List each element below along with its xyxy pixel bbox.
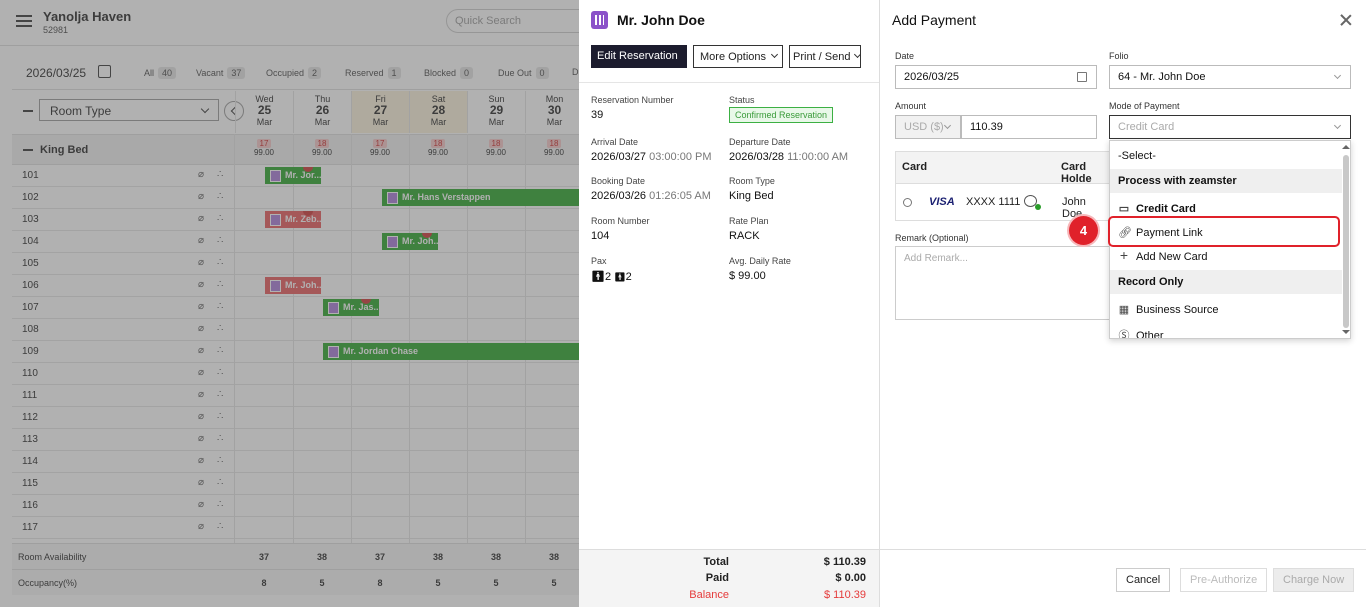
scroll-down-icon[interactable]	[1342, 330, 1350, 334]
highlight-box	[1108, 216, 1340, 247]
field-label: Room Number	[591, 216, 650, 226]
status-field: Status Confirmed Reservation	[729, 95, 869, 123]
status-badge: Confirmed Reservation	[729, 107, 834, 123]
departure-field: Departure Date 2026/03/28 11:00:00 AM	[729, 137, 869, 163]
scroll-up-icon[interactable]	[1342, 145, 1350, 149]
cancel-button[interactable]: Cancel	[1116, 568, 1171, 592]
step-marker: 4	[1069, 216, 1098, 245]
field-value: 2026/03/28 11:00:00 AM	[729, 151, 849, 163]
field-label: Pax	[591, 256, 607, 266]
payment-footer: Cancel Pre-Authorize Charge Now	[880, 549, 1366, 607]
field-label: Room Type	[729, 176, 775, 186]
amount-input[interactable]: 110.39	[961, 115, 1097, 139]
more-options-button[interactable]: More Options	[693, 45, 783, 68]
print-send-button[interactable]: Print / Send	[789, 45, 862, 68]
date-label: Date	[895, 51, 915, 61]
rate-plan-field: Rate Plan RACK	[729, 216, 869, 242]
card-number: XXXX 1111	[966, 196, 1021, 208]
modal-backdrop[interactable]	[0, 0, 579, 607]
field-label: Booking Date	[591, 176, 646, 186]
field-label: Departure Date	[729, 137, 791, 147]
totals-box: Total $ 110.39 Paid $ 0.00 Balance $ 110.39	[579, 549, 879, 607]
credit-card-icon: ▭	[1118, 203, 1130, 215]
dropdown-group-zeamster: Process with zeamster	[1110, 169, 1342, 193]
dropdown-option-business-source[interactable]: ▦ Business Source	[1110, 297, 1342, 321]
field-value: 🚹︎2 🚹︎2	[591, 271, 632, 283]
field-label: Status	[729, 95, 755, 105]
plus-icon: +	[1119, 247, 1129, 263]
field-value: RACK	[729, 230, 760, 242]
token-icon	[1024, 195, 1041, 210]
divider	[579, 82, 879, 83]
room-number-field: Room Number 104	[591, 216, 731, 242]
mode-of-payment-label: Mode of Payment	[1109, 101, 1180, 111]
field-label: Reservation Number	[591, 95, 674, 105]
edit-reservation-button[interactable]: Edit Reservation	[591, 45, 687, 68]
amount-label: Amount	[895, 101, 927, 111]
field-value: King Bed	[729, 190, 774, 202]
mode-of-payment-select[interactable]: Credit Card	[1109, 115, 1351, 139]
child-icon: 🚹︎	[614, 272, 626, 282]
adr-field: Avg. Daily Rate $ 99.00	[729, 256, 869, 282]
dropdown-group-record-only: Record Only	[1110, 270, 1342, 294]
reservation-panel: Mr. John Doe Edit Reservation More Optio…	[579, 0, 880, 607]
remark-label: Remark (Optional)	[895, 233, 969, 243]
money-icon: Ⓢ	[1118, 330, 1130, 339]
dropdown-option-add-new-card[interactable]: + Add New Card	[1110, 244, 1342, 268]
calendar-icon	[1077, 72, 1087, 82]
reservation-number-field: Reservation Number 39	[591, 95, 731, 121]
chevron-down-icon	[943, 121, 952, 130]
scrollbar[interactable]	[1343, 155, 1349, 328]
card-table-header: Card Card Holde	[896, 152, 1109, 185]
dropdown-option-other[interactable]: Ⓢ Other	[1110, 321, 1342, 339]
dropdown-option-select[interactable]: -Select-	[1110, 144, 1342, 168]
guest-name: Mr. John Doe	[617, 12, 705, 28]
field-value: 2026/03/27 03:00:00 PM	[591, 151, 712, 163]
pax-field: Pax 🚹︎2 🚹︎2	[591, 256, 731, 283]
field-label: Avg. Daily Rate	[729, 256, 791, 266]
chevron-down-icon	[770, 50, 779, 59]
room-type-field: Room Type King Bed	[729, 176, 869, 202]
building-icon: ▦	[1118, 304, 1130, 316]
currency-select: USD ($)	[895, 115, 961, 139]
folio-label: Folio	[1109, 51, 1129, 61]
card-table: Card Card Holde VISA XXXX 1111 John Doe	[895, 151, 1110, 221]
field-label: Arrival Date	[591, 137, 639, 147]
print-send-label: Print / Send	[793, 51, 851, 63]
folio-select[interactable]: 64 - Mr. John Doe	[1109, 65, 1351, 89]
panel-title: Add Payment	[892, 12, 977, 28]
field-value: 104	[591, 230, 610, 242]
holder-column-header: Card Holde	[1061, 161, 1092, 185]
date-input[interactable]: 2026/03/25	[895, 65, 1097, 89]
remark-input[interactable]: Add Remark...	[895, 246, 1110, 320]
charge-now-button: Charge Now	[1273, 568, 1355, 592]
close-icon[interactable]	[1339, 13, 1353, 27]
chevron-down-icon	[1333, 71, 1342, 80]
building-icon	[591, 11, 608, 29]
field-value: 2026/03/26 01:26:05 AM	[591, 190, 711, 202]
adult-icon: 🚹︎	[591, 271, 605, 283]
visa-icon: VISA	[929, 196, 955, 208]
card-column-header: Card	[902, 161, 928, 173]
field-value: $ 99.00	[729, 270, 766, 282]
arrival-field: Arrival Date 2026/03/27 03:00:00 PM	[591, 137, 731, 163]
field-label: Rate Plan	[729, 216, 769, 226]
card-radio[interactable]	[903, 198, 912, 207]
field-value: 39	[591, 109, 604, 121]
chevron-down-icon	[1333, 121, 1342, 130]
booking-date-field: Booking Date 2026/03/26 01:26:05 AM	[591, 176, 731, 202]
chevron-down-icon	[854, 50, 862, 59]
more-options-label: More Options	[700, 51, 767, 63]
pre-authorize-button: Pre-Authorize	[1180, 568, 1268, 592]
